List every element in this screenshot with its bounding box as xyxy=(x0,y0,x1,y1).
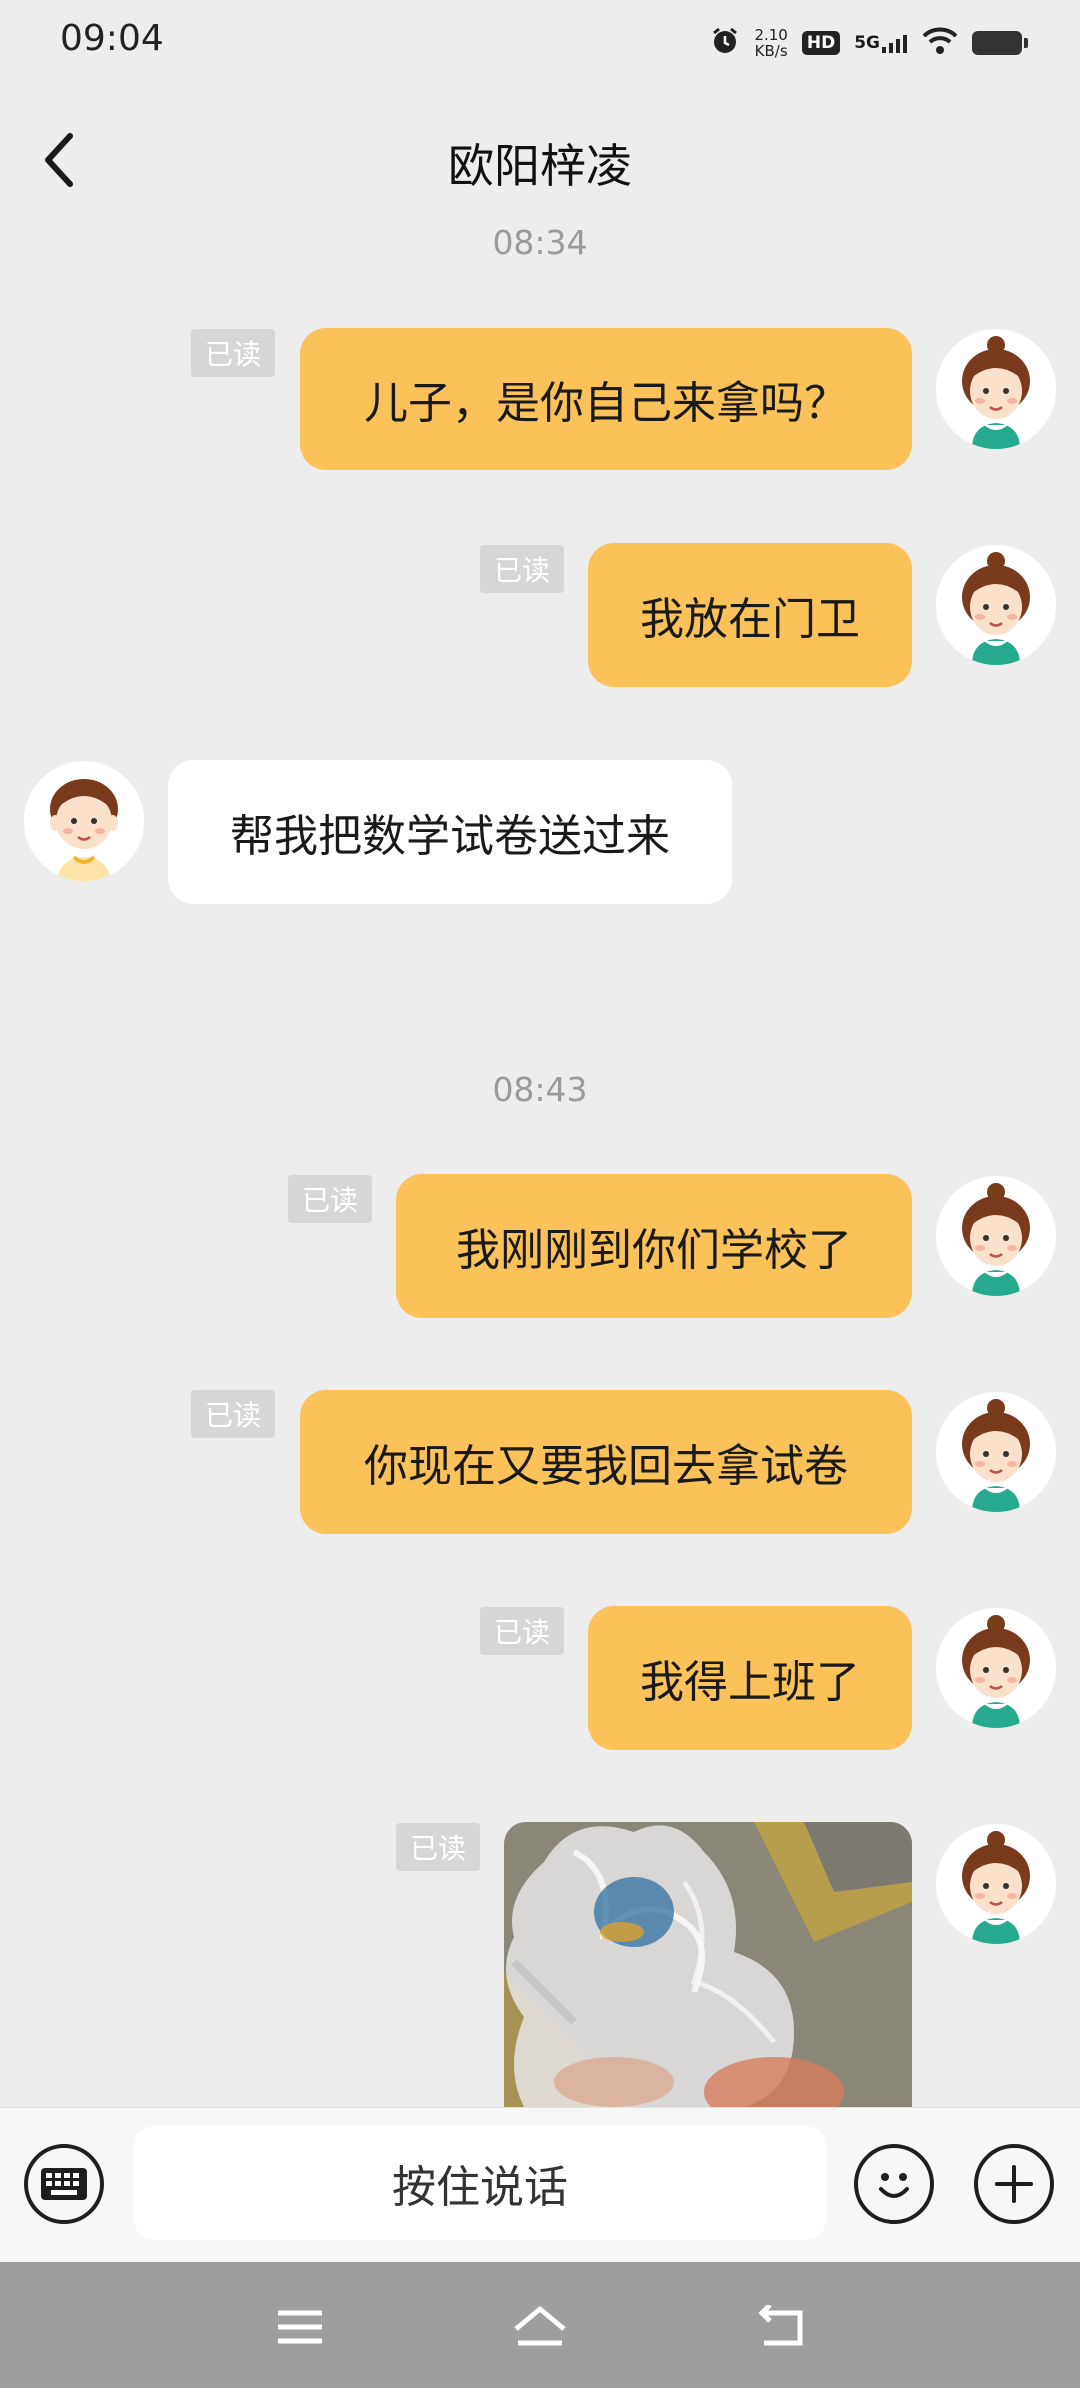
smiley-icon xyxy=(879,2173,909,2198)
son-avatar-illustration xyxy=(24,761,144,881)
read-receipt: 已读 xyxy=(191,1390,275,1438)
signal-icon: 5G xyxy=(854,33,908,53)
mother-avatar-illustration xyxy=(936,329,1056,449)
mother-avatar[interactable] xyxy=(936,329,1056,449)
mother-avatar-illustration xyxy=(936,1392,1056,1512)
message-bubble-outgoing[interactable]: 儿子，是你自己来拿吗？ xyxy=(300,328,912,470)
home-nav-button[interactable] xyxy=(505,2292,575,2362)
keyboard-icon xyxy=(41,2168,87,2200)
mother-avatar[interactable] xyxy=(936,1824,1056,1944)
system-nav-bar xyxy=(0,2262,1080,2388)
hold-to-talk-button[interactable]: 按住说话 xyxy=(134,2126,826,2240)
read-receipt: 已读 xyxy=(480,1607,564,1655)
read-receipt: 已读 xyxy=(191,329,275,377)
mother-avatar[interactable] xyxy=(936,1392,1056,1512)
status-time: 09:04 xyxy=(60,18,164,59)
wifi-icon xyxy=(922,27,958,59)
plus-icon xyxy=(995,2165,1033,2203)
chat-title: 欧阳梓凌 xyxy=(448,139,632,193)
home-icon xyxy=(514,2306,566,2346)
network-speed: 2.10 KB/s xyxy=(754,27,787,59)
timestamp: 08:34 xyxy=(492,223,588,262)
message-bubble-incoming[interactable]: 帮我把数学试卷送过来 xyxy=(168,760,732,904)
mother-avatar-illustration xyxy=(936,1176,1056,1296)
network-speed-value: 2.10 xyxy=(754,26,788,44)
mother-avatar[interactable] xyxy=(936,1176,1056,1296)
message-bubble-outgoing[interactable]: 我刚刚到你们学校了 xyxy=(396,1174,912,1318)
alarm-icon xyxy=(710,26,740,60)
message-bubble-outgoing[interactable]: 你现在又要我回去拿试卷 xyxy=(300,1390,912,1534)
network-speed-unit: KB/s xyxy=(754,42,788,60)
chat-header: 欧阳梓凌 xyxy=(0,100,1080,220)
more-actions-button[interactable] xyxy=(974,2144,1054,2224)
hd-badge: HD xyxy=(801,31,841,55)
mother-avatar[interactable] xyxy=(936,1608,1056,1728)
input-bar: 按住说话 xyxy=(0,2107,1080,2263)
timestamp: 08:43 xyxy=(492,1070,588,1109)
mother-avatar-illustration xyxy=(936,1824,1056,1944)
photo-message[interactable] xyxy=(504,1822,912,2107)
mother-avatar-illustration xyxy=(936,545,1056,665)
message-bubble-outgoing[interactable]: 我放在门卫 xyxy=(588,543,912,687)
mother-avatar-illustration xyxy=(936,1608,1056,1728)
mother-avatar[interactable] xyxy=(936,545,1056,665)
status-bar: 09:04 2.10 KB/s HD 5G xyxy=(0,0,1080,86)
photo-plastic-bag xyxy=(504,1822,912,2107)
menu-nav-button[interactable] xyxy=(265,2292,335,2362)
status-icons: 2.10 KB/s HD 5G xyxy=(710,22,1028,64)
message-bubble-outgoing[interactable]: 我得上班了 xyxy=(588,1606,912,1750)
return-icon xyxy=(758,2305,803,2346)
keyboard-toggle-button[interactable] xyxy=(24,2144,104,2224)
back-nav-button[interactable] xyxy=(745,2292,815,2362)
menu-icon xyxy=(278,2310,322,2344)
read-receipt: 已读 xyxy=(396,1823,480,1871)
network-type: 5G xyxy=(854,33,880,53)
son-avatar[interactable] xyxy=(24,761,144,881)
battery-icon xyxy=(972,31,1028,55)
read-receipt: 已读 xyxy=(288,1175,372,1223)
read-receipt: 已读 xyxy=(480,545,564,593)
emoji-button[interactable] xyxy=(854,2144,934,2224)
